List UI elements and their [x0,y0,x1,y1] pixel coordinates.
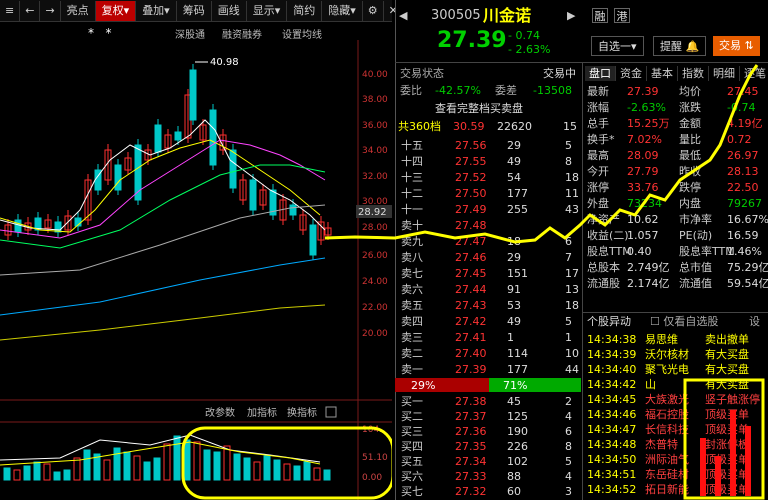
volume-bar [243,457,251,481]
margin-link[interactable]: 融资融券 [222,26,262,41]
volume-bar [143,461,151,481]
volume-bar [293,465,301,481]
shengutong-link[interactable]: 深股通 [175,26,205,41]
volume-bar [13,469,21,481]
volume-bar [53,471,61,481]
volume-bar [113,447,121,481]
volume-bar [153,457,161,481]
edit-params-link[interactable]: 改参数 [205,406,235,419]
watchlist-button[interactable]: 自选一▾ [591,36,644,56]
chart-toolbar: ≡ ← → 亮点 复权▾ 叠加▾ 筹码 画线 显示▾ 简约 隐藏▾ ⚙ ✕ [0,0,404,22]
back-icon[interactable]: ← [20,0,41,21]
indicator-bar: * * 深股通 融资融券 设置均线 [0,24,392,41]
price-change: - 0.74 [508,29,540,42]
highlight-button[interactable]: 亮点 [61,0,96,21]
high-price-label: 40.98 [210,57,239,68]
volume-bar [83,449,91,481]
hide-button[interactable]: 隐藏▾ [322,0,363,21]
ma250-line [0,304,326,341]
volume-bar [173,435,181,481]
display-button[interactable]: 显示▾ [247,0,288,21]
volume-bar [253,461,261,481]
volume-bar [263,455,271,481]
volume-bar [203,449,211,481]
rong-badge[interactable]: 融 [592,8,608,23]
volume-bar [303,461,311,481]
pct-change: - 2.63% [508,43,551,56]
trade-button[interactable]: 交易 ⇅ [713,36,760,56]
chips-button[interactable]: 筹码 [177,0,212,21]
volume-bar [43,463,51,481]
current-price: 27.39 [437,28,507,53]
volume-bar [283,463,291,481]
volume-bar [183,439,191,481]
add-indicator-link[interactable]: 加指标 [247,406,277,419]
arrow-right-icon[interactable]: ▶ [567,8,575,23]
arrow-left-icon[interactable]: ◀ [399,8,407,23]
settings-icon[interactable]: ⚙ [363,0,384,21]
annotation-overlay [324,64,765,500]
volume-bar [193,441,201,481]
volume-bar [73,457,81,481]
star-marks-left: * * [88,26,112,40]
volume-bar [123,451,131,481]
gang-badge[interactable]: 港 [614,8,630,23]
swap-indicator-link[interactable]: 换指标 [287,406,317,419]
draw-line-button[interactable]: 画线 [212,0,247,21]
volume-bar [213,451,221,481]
volume-bar [103,459,111,481]
volume-bar [223,445,231,481]
stock-name: 川金诺 [483,6,532,25]
overlay-button[interactable]: 叠加▾ [136,0,177,21]
alert-button[interactable]: 提醒 🔔 [653,36,707,56]
forward-icon[interactable]: → [40,0,61,21]
stock-code: 300505 [431,8,481,23]
volume-bar [63,469,71,481]
volume-bar [133,455,141,481]
volume-bar [313,467,321,481]
menu-icon[interactable]: ≡ [0,0,21,21]
volume-bar [163,443,171,481]
volume-bar [33,461,41,481]
ma120-line [0,257,326,316]
volume-bar [233,453,241,481]
volume-bar [23,465,31,481]
simple-button[interactable]: 简约 [287,0,323,21]
fuquan-button[interactable]: 复权▾ [95,0,137,21]
ma-settings-link[interactable]: 设置均线 [282,26,322,41]
quote-panel: ◀ 300505 川金诺 ▶ 融 港 27.39 - 0.74 - 2.63% … [324,0,768,500]
volume-bar [3,467,11,481]
volume-bar [273,459,281,481]
